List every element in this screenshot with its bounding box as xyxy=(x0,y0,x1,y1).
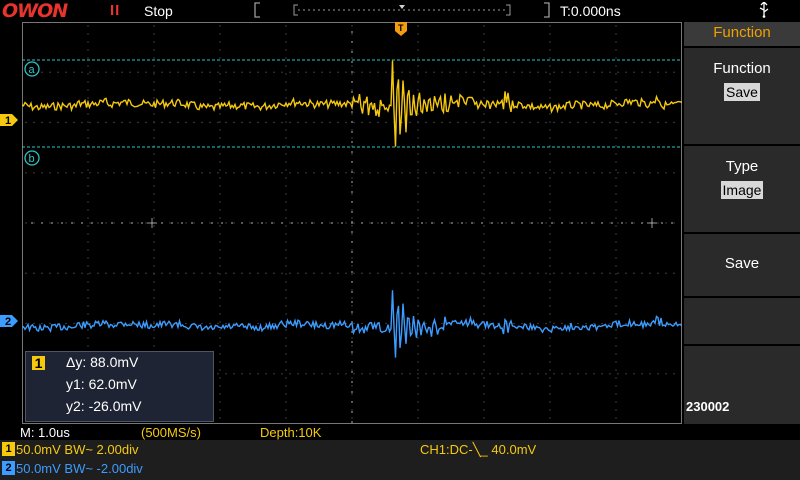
y2-readout: y2: -26.0mV xyxy=(66,398,142,414)
serial-number: 230002 xyxy=(686,399,730,414)
usb-icon xyxy=(758,1,770,21)
menu-header: Function xyxy=(684,22,800,46)
svg-text:1: 1 xyxy=(5,115,11,127)
trigger-time-offset: T:0.000ns xyxy=(560,3,621,19)
timebase-readout[interactable]: M: 1.0us xyxy=(20,425,70,440)
sample-rate-readout: (500MS/s) xyxy=(141,425,201,440)
ch2-level-marker[interactable]: 2 xyxy=(0,313,20,329)
svg-text:b: b xyxy=(29,153,35,165)
run-state-label: Stop xyxy=(144,3,173,19)
y1-readout: y1: 62.0mV xyxy=(66,376,137,392)
menu-item-type[interactable]: Type Image xyxy=(684,146,800,232)
menu-item-function[interactable]: Function Save xyxy=(684,48,800,144)
acquisition-status-bar: M: 1.0us (500MS/s) Depth:10K xyxy=(0,424,800,440)
side-menu: Function Function Save Type Image Save xyxy=(682,22,800,424)
menu-item-type-title: Type xyxy=(725,158,759,175)
ch1-level-marker[interactable]: 1 xyxy=(0,112,20,128)
menu-item-type-value: Image xyxy=(720,181,764,199)
cursor-b-marker: b xyxy=(24,150,40,166)
menu-item-save[interactable]: Save xyxy=(684,234,800,296)
ch1-settings[interactable]: 50.0mV BW~ 2.00div xyxy=(16,442,138,457)
cursor-a-marker: a xyxy=(24,61,40,77)
svg-text:T: T xyxy=(398,23,404,33)
trigger-settings[interactable]: CH1:DC-╲_ 40.0mV xyxy=(420,442,536,458)
svg-text:a: a xyxy=(29,64,36,76)
ch1-badge[interactable]: 1 xyxy=(2,442,15,456)
cursor-channel-badge: 1 xyxy=(32,356,45,370)
delta-y-readout: Δy: 88.0mV xyxy=(66,354,139,370)
ch2-settings[interactable]: 50.0mV BW~ -2.00div xyxy=(16,461,143,476)
cursor-measurement-panel: 1 Δy: 88.0mV y1: 62.0mV y2: -26.0mV xyxy=(25,351,214,422)
menu-item-function-title: Function xyxy=(713,60,771,77)
top-status-bar: OWON II Stop T:0.000ns xyxy=(0,0,800,22)
memory-depth-readout: Depth:10K xyxy=(260,425,322,440)
channel-status-bar: 1 50.0mV BW~ 2.00div 2 50.0mV BW~ -2.00d… xyxy=(0,440,800,480)
menu-item-function-value: Save xyxy=(724,83,760,101)
menu-blank-slot-1 xyxy=(684,298,800,344)
pause-icon[interactable]: II xyxy=(110,2,120,19)
timebase-window-indicator xyxy=(254,2,550,18)
ch2-badge[interactable]: 2 xyxy=(2,461,15,475)
menu-item-save-title: Save xyxy=(724,255,760,272)
brand-logo: OWON xyxy=(2,0,68,22)
svg-text:2: 2 xyxy=(5,316,11,328)
